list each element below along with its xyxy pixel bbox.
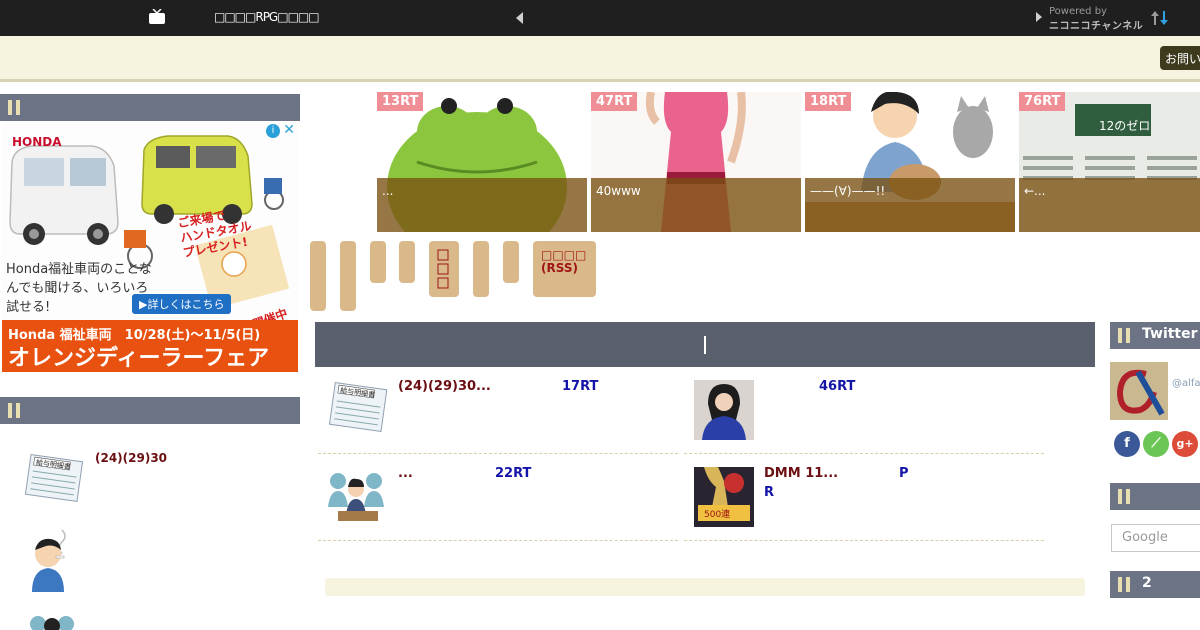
slide-caption: 40www <box>591 178 801 232</box>
svg-text:500連: 500連 <box>704 508 730 520</box>
rt-badge: 18RT <box>805 92 852 111</box>
section-bars-icon <box>1118 577 1132 592</box>
heading-divider <box>704 336 706 354</box>
tag-button-1[interactable] <box>310 241 326 311</box>
sort-icon[interactable] <box>1150 9 1170 27</box>
svg-text:12のゼロ: 12のゼロ <box>1099 119 1150 133</box>
article-title[interactable]: (24)(29)30... <box>398 379 491 394</box>
article-divider <box>684 540 1044 541</box>
slide-caption: ... <box>377 178 587 232</box>
ad-fair-banner[interactable]: Honda 福祉車両 10/28(土)〜11/5(日) オレンジディーラーフェア <box>2 320 298 372</box>
tag-button-5[interactable] <box>429 241 459 297</box>
article-divider <box>684 453 1044 454</box>
ad-fair-title: オレンジディーラーフェア <box>8 346 270 371</box>
ad-info-icon[interactable]: i <box>266 124 280 138</box>
section-bars-icon <box>8 403 22 418</box>
honda-logo: HONDA <box>12 135 62 149</box>
article-rt-count-line2: R <box>764 485 775 500</box>
next-arrow-icon[interactable] <box>1036 12 1042 22</box>
article-title[interactable]: DMM 11... <box>764 466 838 481</box>
tag-button-4[interactable] <box>399 241 415 283</box>
carousel-slide-3[interactable]: 18RT ——(∀)——!! <box>805 92 1015 232</box>
article-rt-count: 22RT <box>495 466 532 481</box>
carousel-slide-1[interactable]: 13RT ... <box>377 92 587 232</box>
left-section-head-2 <box>0 397 300 424</box>
facebook-icon[interactable]: f <box>1114 431 1140 457</box>
smoking-man-icon[interactable] <box>26 528 74 592</box>
main-section-heading <box>315 322 1095 367</box>
left-section-head-1 <box>0 94 300 121</box>
section-bars-icon <box>1118 328 1132 343</box>
site-name-link[interactable]: □□□□RPG□□□□ <box>214 10 320 24</box>
ad-details-link[interactable]: ▶詳しくはこちら <box>132 294 232 314</box>
slide-caption: ——(∀)——!! <box>805 178 1015 232</box>
rss-tag-button[interactable]: □□□□ (RSS) <box>533 241 596 297</box>
article-thumb-payslip[interactable]: 給与明細書 <box>326 380 390 436</box>
prev-arrow-icon[interactable] <box>516 12 523 24</box>
honda-ad-banner[interactable]: i ✕ HONDA ご来場で ハンドタオル プレゼント! Honda福祉車両のこ… <box>2 122 298 372</box>
tag-glyph-icon <box>437 249 449 289</box>
twitter-section-head: Twitter <box>1110 322 1200 349</box>
article-rt-count: P <box>899 466 909 481</box>
header-band: お問い <box>0 36 1200 82</box>
people-icon[interactable] <box>24 612 80 630</box>
ranking-item-title[interactable]: (24)(29)30 <box>95 451 167 465</box>
google-plus-icon[interactable]: g+ <box>1172 431 1198 457</box>
article-divider <box>318 540 678 541</box>
rt-badge: 47RT <box>591 92 638 111</box>
payslip-icon[interactable]: 給与明細書 <box>22 452 86 504</box>
slide-caption: ←... <box>1019 178 1200 232</box>
main-footer-band <box>325 578 1085 596</box>
section-bars-icon <box>8 100 22 115</box>
tv-icon[interactable] <box>148 9 166 25</box>
twitter-avatar[interactable] <box>1110 362 1168 420</box>
rt-badge: 76RT <box>1019 92 1066 111</box>
rss-tag-label-2: (RSS) <box>541 261 578 275</box>
search-section-head <box>1110 483 1200 510</box>
ad-close-icon[interactable]: ✕ <box>283 122 295 138</box>
tag-button-6[interactable] <box>473 241 489 297</box>
article-thumb-portrait[interactable] <box>694 380 754 440</box>
article-rt-count: 46RT <box>819 379 856 394</box>
twitter-section-label: Twitter <box>1142 326 1198 342</box>
contact-button[interactable]: お問い <box>1160 46 1200 70</box>
google-search-input[interactable]: Google <box>1111 524 1200 552</box>
twitter-handle[interactable]: @alfa <box>1172 378 1200 389</box>
powered-by-label: Powered by <box>1049 6 1107 17</box>
alpha-logo-icon <box>1116 369 1165 416</box>
top-bar: □□□□RPG□□□□ Powered by ニコニコチャンネル <box>0 0 1200 36</box>
article-thumb-game-banner[interactable]: 500連 <box>694 467 754 527</box>
article-rt-count: 17RT <box>562 379 599 394</box>
feedly-icon[interactable]: ⟋ <box>1143 431 1169 457</box>
section-bars-icon <box>1118 489 1132 504</box>
carousel-slide-2[interactable]: 47RT 40www <box>591 92 801 232</box>
carousel-slide-4[interactable]: 12のゼロ 76RT ←... <box>1019 92 1200 232</box>
niconico-channel-logo[interactable]: ニコニコチャンネル <box>1049 17 1143 32</box>
rt-badge: 13RT <box>377 92 424 111</box>
article-thumb-meeting[interactable] <box>326 467 388 525</box>
tag-button-7[interactable] <box>503 241 519 283</box>
article-divider <box>318 453 678 454</box>
right-section-2-label: 2 <box>1142 575 1152 591</box>
tag-button-3[interactable] <box>370 241 386 283</box>
article-title[interactable]: ... <box>398 466 413 481</box>
tag-button-2[interactable] <box>340 241 356 311</box>
right-section-head-2: 2 <box>1110 571 1200 598</box>
